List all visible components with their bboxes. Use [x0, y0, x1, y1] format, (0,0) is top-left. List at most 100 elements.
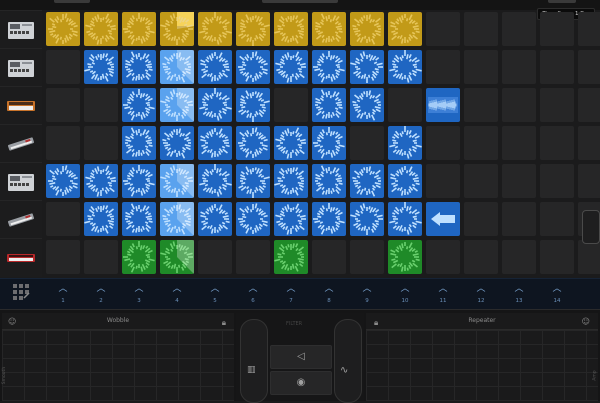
loop-cell[interactable]: [312, 50, 346, 84]
empty-cell[interactable]: [350, 126, 384, 160]
column-trigger-4[interactable]: ︿ 4: [158, 279, 196, 309]
loop-cell[interactable]: [160, 164, 194, 198]
empty-cell[interactable]: [578, 12, 600, 46]
empty-cell[interactable]: [464, 126, 498, 160]
empty-cell[interactable]: [502, 164, 536, 198]
empty-cell[interactable]: [464, 240, 498, 274]
empty-cell[interactable]: [578, 126, 600, 160]
empty-cell[interactable]: [46, 202, 80, 236]
empty-cell[interactable]: [312, 240, 346, 274]
loop-cell[interactable]: [84, 202, 118, 236]
loop-cell[interactable]: [122, 88, 156, 122]
top-handle[interactable]: [262, 0, 338, 3]
loop-cell[interactable]: [122, 164, 156, 198]
midi-loop-cell[interactable]: [274, 240, 308, 274]
empty-cell[interactable]: [464, 202, 498, 236]
audio-loop-cell[interactable]: [388, 12, 422, 46]
empty-cell[interactable]: [198, 240, 232, 274]
empty-cell[interactable]: [540, 12, 574, 46]
column-trigger-11[interactable]: ︿ 11: [424, 279, 462, 309]
column-trigger-5[interactable]: ︿ 5: [196, 279, 234, 309]
empty-cell[interactable]: [578, 88, 600, 122]
empty-cell[interactable]: [46, 240, 80, 274]
empty-cell[interactable]: [46, 88, 80, 122]
empty-cell[interactable]: [426, 164, 460, 198]
top-handle[interactable]: [548, 0, 576, 3]
column-trigger-13[interactable]: ︿ 13: [500, 279, 538, 309]
loop-cell[interactable]: [388, 202, 422, 236]
empty-cell[interactable]: [502, 202, 536, 236]
empty-cell[interactable]: [236, 240, 270, 274]
empty-cell[interactable]: [426, 12, 460, 46]
empty-cell[interactable]: [540, 126, 574, 160]
empty-cell[interactable]: [502, 126, 536, 160]
audio-loop-cell[interactable]: [274, 12, 308, 46]
audio-loop-cell[interactable]: [122, 12, 156, 46]
loop-cell[interactable]: [350, 164, 384, 198]
instrument-2[interactable]: [0, 48, 42, 87]
audio-loop-cell[interactable]: [350, 12, 384, 46]
loop-cell[interactable]: [84, 50, 118, 84]
empty-cell[interactable]: [502, 240, 536, 274]
loop-cell[interactable]: [198, 126, 232, 160]
loop-cell[interactable]: [312, 126, 346, 160]
empty-cell[interactable]: [464, 88, 498, 122]
instrument-1[interactable]: [0, 10, 42, 49]
loop-cell[interactable]: [388, 126, 422, 160]
empty-cell[interactable]: [502, 12, 536, 46]
loop-cell[interactable]: [274, 50, 308, 84]
wave-icon[interactable]: ∿: [340, 365, 348, 376]
empty-cell[interactable]: [464, 164, 498, 198]
loop-cell[interactable]: [198, 88, 232, 122]
lock-icon[interactable]: 🔒︎: [222, 318, 226, 328]
empty-cell[interactable]: [388, 88, 422, 122]
instrument-5[interactable]: [0, 162, 42, 201]
column-trigger-1[interactable]: ︿ 1: [44, 279, 82, 309]
empty-cell[interactable]: [426, 240, 460, 274]
midi-loop-cell[interactable]: [388, 240, 422, 274]
audio-loop-cell[interactable]: [84, 12, 118, 46]
empty-cell[interactable]: [350, 240, 384, 274]
lock-icon[interactable]: 🔒︎: [374, 318, 378, 328]
midi-loop-cell[interactable]: [122, 240, 156, 274]
audio-loop-cell[interactable]: [160, 12, 194, 46]
empty-cell[interactable]: [578, 50, 600, 84]
column-trigger-8[interactable]: ︿ 8: [310, 279, 348, 309]
loop-cell[interactable]: [274, 202, 308, 236]
empty-cell[interactable]: [540, 202, 574, 236]
empty-cell[interactable]: [46, 126, 80, 160]
loop-cell[interactable]: [122, 126, 156, 160]
empty-cell[interactable]: [274, 88, 308, 122]
wobble-xy-pad[interactable]: Wobble ☺ 🔒︎ Smooth: [2, 313, 234, 401]
loop-cell[interactable]: [122, 50, 156, 84]
audio-loop-cell[interactable]: [46, 12, 80, 46]
empty-cell[interactable]: [84, 240, 118, 274]
loop-cell[interactable]: [198, 164, 232, 198]
empty-cell[interactable]: [426, 50, 460, 84]
gate-icon[interactable]: ▥: [247, 365, 256, 375]
empty-cell[interactable]: [502, 50, 536, 84]
filter-pill-left[interactable]: [240, 319, 268, 403]
empty-cell[interactable]: [502, 88, 536, 122]
filter-pill-right[interactable]: [334, 319, 362, 403]
loop-cell[interactable]: [350, 202, 384, 236]
loop-cell[interactable]: [122, 202, 156, 236]
empty-cell[interactable]: [426, 126, 460, 160]
loop-cell[interactable]: [84, 164, 118, 198]
loop-cell[interactable]: [160, 88, 194, 122]
column-trigger-7[interactable]: ︿ 7: [272, 279, 310, 309]
midi-loop-cell[interactable]: [160, 240, 194, 274]
column-trigger-2[interactable]: ︿ 2: [82, 279, 120, 309]
loop-cell[interactable]: [160, 126, 194, 160]
loop-cell[interactable]: [350, 88, 384, 122]
column-trigger-9[interactable]: ︿ 9: [348, 279, 386, 309]
loop-cell[interactable]: [388, 50, 422, 84]
instrument-4[interactable]: [0, 124, 42, 163]
loop-cell[interactable]: [388, 164, 422, 198]
scratch-button[interactable]: ◉: [270, 371, 332, 395]
empty-cell[interactable]: [46, 50, 80, 84]
empty-cell[interactable]: [84, 88, 118, 122]
column-trigger-10[interactable]: ︿ 10: [386, 279, 424, 309]
reverse-button[interactable]: ◁: [270, 345, 332, 369]
audio-loop-cell[interactable]: [236, 12, 270, 46]
